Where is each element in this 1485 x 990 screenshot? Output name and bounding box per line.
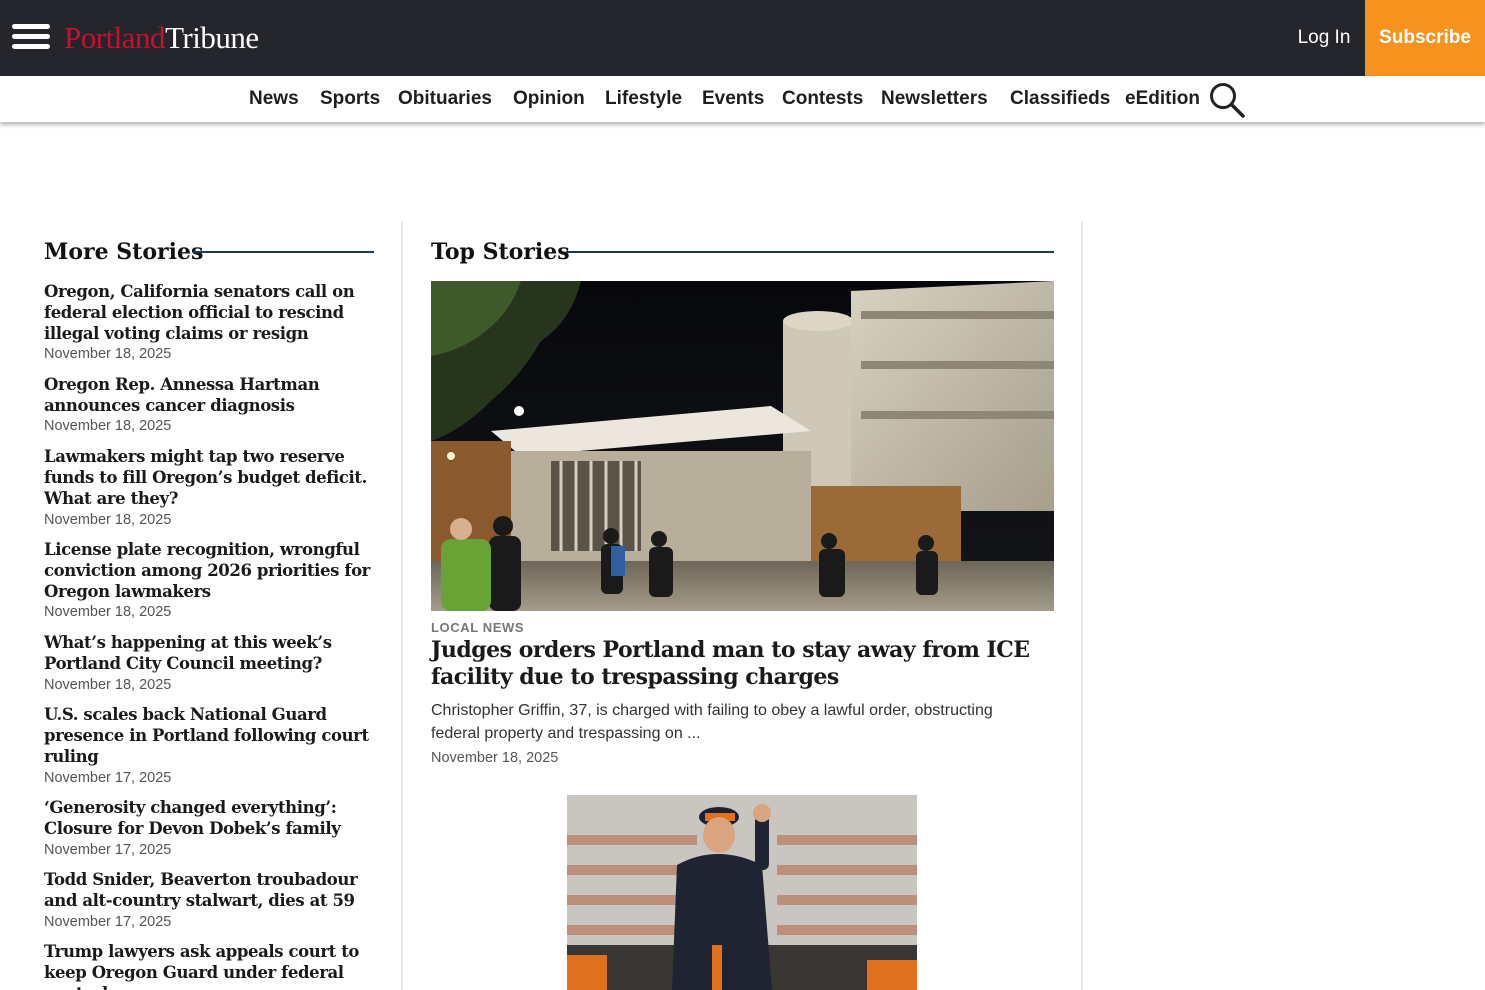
search-icon[interactable] bbox=[1208, 81, 1246, 119]
nav-item-opinion[interactable]: Opinion bbox=[513, 86, 585, 112]
story-link[interactable]: ‘Generosity changed everything’: Closure… bbox=[44, 797, 374, 839]
top-stories-heading: Top Stories bbox=[431, 239, 570, 265]
story-date: November 18, 2025 bbox=[44, 512, 172, 528]
story-date: November 18, 2025 bbox=[44, 604, 172, 620]
logo-tribune: Tribune bbox=[165, 20, 259, 55]
second-story-image[interactable] bbox=[567, 795, 917, 990]
story-date: November 18, 2025 bbox=[44, 677, 172, 693]
ice-facility-photo bbox=[431, 281, 1054, 611]
subscribe-button[interactable]: Subscribe bbox=[1365, 0, 1485, 76]
lead-story-date: November 18, 2025 bbox=[431, 750, 559, 766]
column-divider-left bbox=[401, 222, 403, 990]
nav-item-classifieds[interactable]: Classifieds bbox=[1010, 86, 1110, 112]
story-link[interactable]: Oregon, California senators call on fede… bbox=[44, 281, 374, 344]
story-date: November 18, 2025 bbox=[44, 418, 172, 434]
story-link[interactable]: Oregon Rep. Annessa Hartman announces ca… bbox=[44, 374, 374, 416]
login-link[interactable]: Log In bbox=[1284, 24, 1364, 52]
story-link[interactable]: Trump lawyers ask appeals court to keep … bbox=[44, 941, 374, 990]
site-logo[interactable]: PortlandTribune bbox=[64, 18, 259, 58]
nav-item-events[interactable]: Events bbox=[702, 86, 764, 112]
story-link[interactable]: U.S. scales back National Guard presence… bbox=[44, 704, 374, 767]
story-link[interactable]: Todd Snider, Beaverton troubadour and al… bbox=[44, 869, 374, 911]
coach-photo bbox=[567, 795, 917, 990]
logo-portland: Portland bbox=[64, 20, 166, 55]
story-link[interactable]: License plate recognition, wrongful conv… bbox=[44, 539, 374, 602]
story-link[interactable]: Lawmakers might tap two reserve funds to… bbox=[44, 446, 374, 509]
top-bar: PortlandTribune Log In Subscribe bbox=[0, 0, 1485, 76]
nav-item-newsletters[interactable]: Newsletters bbox=[881, 86, 988, 112]
lead-story-image[interactable] bbox=[431, 281, 1054, 611]
story-date: November 17, 2025 bbox=[44, 770, 172, 786]
top-stories-rule bbox=[566, 251, 1054, 253]
column-divider-right bbox=[1081, 222, 1083, 990]
lead-story-kicker[interactable]: LOCAL NEWS bbox=[431, 620, 524, 636]
nav-item-lifestyle[interactable]: Lifestyle bbox=[605, 86, 682, 112]
nav-item-contests[interactable]: Contests bbox=[782, 86, 863, 112]
nav-item-eedition[interactable]: eEdition bbox=[1125, 86, 1200, 112]
lead-story-headline[interactable]: Judges orders Portland man to stay away … bbox=[431, 637, 1061, 691]
lead-story-summary: Christopher Griffin, 37, is charged with… bbox=[431, 702, 993, 742]
story-date: November 17, 2025 bbox=[44, 914, 172, 930]
nav-item-news[interactable]: News bbox=[249, 86, 299, 112]
story-date: November 17, 2025 bbox=[44, 842, 172, 858]
nav-item-sports[interactable]: Sports bbox=[320, 86, 380, 112]
nav-item-obituaries[interactable]: Obituaries bbox=[398, 86, 492, 112]
more-stories-heading: More Stories bbox=[44, 239, 204, 265]
main-nav: News Sports Obituaries Opinion Lifestyle… bbox=[0, 76, 1485, 122]
menu-icon[interactable] bbox=[12, 22, 50, 52]
more-stories-rule bbox=[193, 251, 374, 253]
story-link[interactable]: What’s happening at this week’s Portland… bbox=[44, 632, 374, 674]
story-date: November 18, 2025 bbox=[44, 346, 172, 362]
